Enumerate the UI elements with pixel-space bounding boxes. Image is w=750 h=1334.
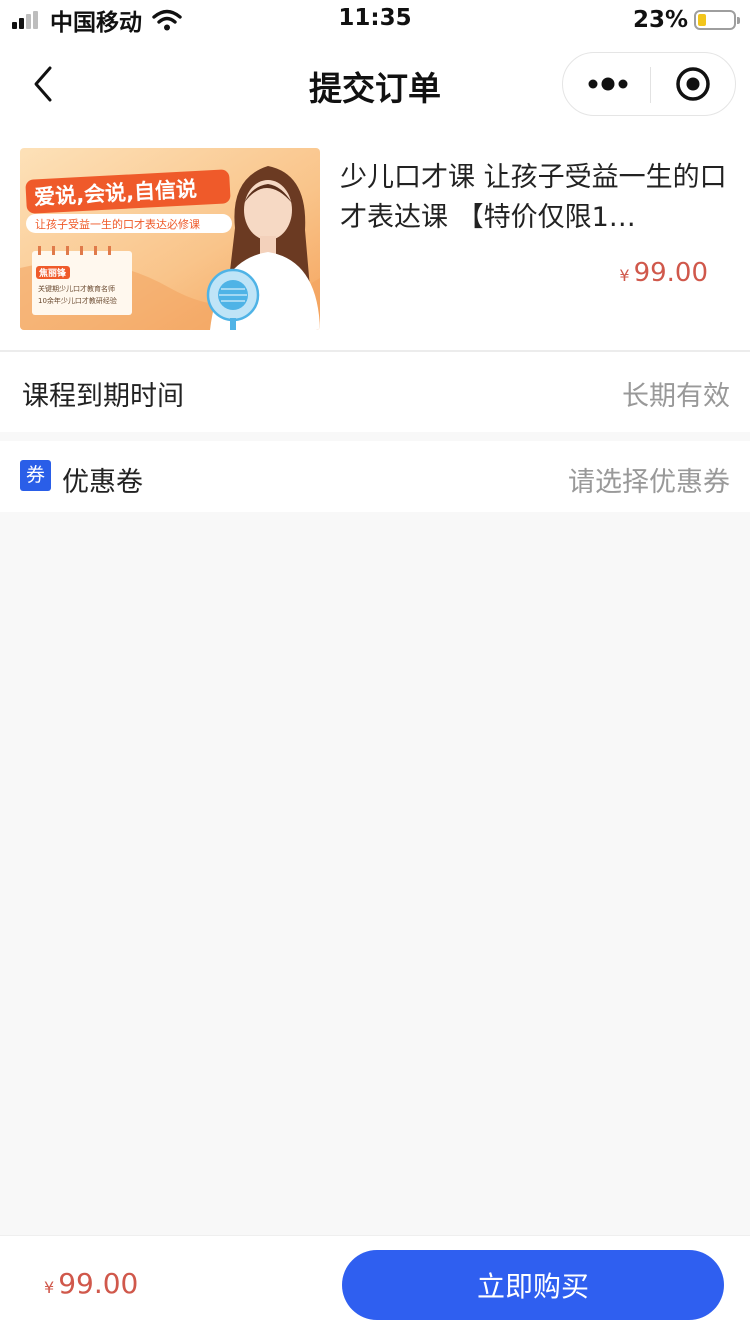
course-thumbnail: 爱说,会说,自信说 让孩子受益一生的口才表达必修课 焦丽锋 关键期少儿口才教育名… [20, 148, 320, 330]
coupon-label: 优惠卷 [62, 467, 143, 498]
total-currency: ¥ [44, 1278, 55, 1297]
battery-percent: 23% [632, 7, 688, 33]
mini-program-capsule [562, 52, 736, 116]
product-card[interactable]: 爱说,会说,自信说 让孩子受益一生的口才表达必修课 焦丽锋 关键期少儿口才教育名… [0, 128, 750, 350]
currency-symbol: ¥ [619, 266, 630, 285]
nav-bar: 提交订单 [0, 40, 750, 128]
more-button[interactable] [563, 53, 650, 115]
back-button[interactable] [26, 62, 66, 106]
coupon-icon: 券 [20, 460, 51, 491]
bottom-bar: ¥99.00 立即购买 [0, 1235, 750, 1334]
total-price: ¥99.00 [44, 1267, 138, 1300]
total-price-value: 99.00 [58, 1267, 139, 1300]
thumb-badge: 焦丽锋 [38, 267, 67, 279]
battery-icon [694, 10, 740, 30]
buy-now-button[interactable]: 立即购买 [342, 1250, 724, 1320]
coupon-row[interactable]: 券 优惠卷 请选择优惠券 [0, 441, 750, 512]
thumb-point-2: 10余年少儿口才教研经验 [38, 296, 117, 305]
close-button[interactable] [651, 53, 737, 115]
chevron-left-icon [34, 66, 52, 102]
expiry-value: 长期有效 [622, 381, 730, 412]
thumb-point-1: 关键期少儿口才教育名师 [38, 284, 115, 293]
thumb-subtitle: 让孩子受益一生的口才表达必修课 [35, 217, 200, 231]
product-price-value: 99.00 [633, 258, 708, 288]
product-title: 少儿口才课 让孩子受益一生的口才表达课 【特价仅限1… [340, 162, 727, 233]
status-bar: 中国移动 11:35 23% [0, 0, 750, 40]
order-page: 中国移动 11:35 23% 提交订单 爱说,会说,自信说 让孩子受益一生的口才… [0, 0, 750, 1334]
product-price: ¥99.00 [619, 258, 708, 288]
status-right: 23% [632, 6, 740, 34]
expiry-label: 课程到期时间 [22, 381, 184, 412]
more-dots-icon [588, 77, 628, 91]
coupon-select[interactable]: 请选择优惠券 [568, 460, 730, 499]
close-target-icon [676, 67, 710, 101]
battery-fill [698, 14, 706, 26]
expiry-row: 课程到期时间 长期有效 [0, 352, 750, 432]
